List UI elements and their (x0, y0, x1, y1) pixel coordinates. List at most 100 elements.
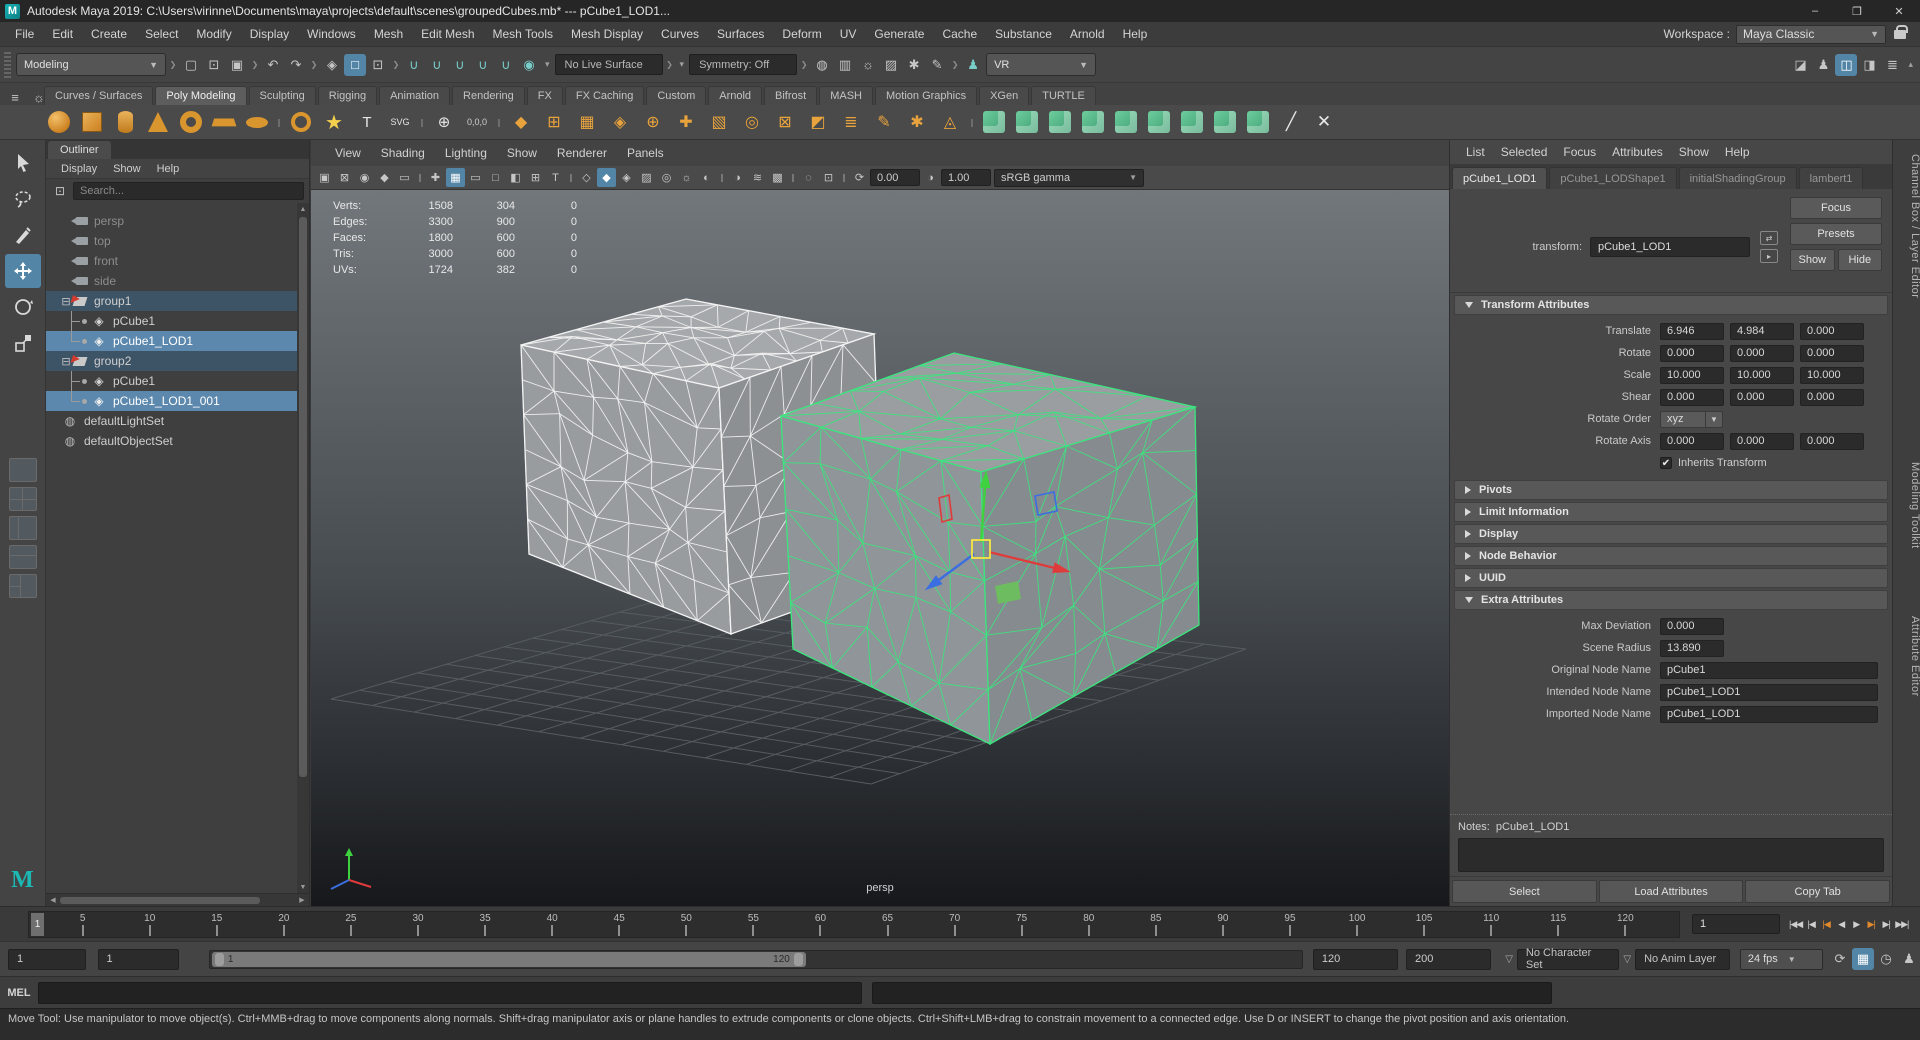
range-start-cap[interactable] (215, 953, 224, 966)
poly-star-icon[interactable]: ★ (319, 107, 349, 137)
workspace-lock-icon[interactable] (1894, 30, 1906, 39)
outliner-item-front[interactable]: front (46, 251, 309, 271)
save-scene-icon[interactable]: ▣ (226, 54, 248, 76)
separate-icon[interactable]: ⊞ (539, 107, 569, 137)
toggle-tool-settings-icon[interactable]: ◨ (1858, 54, 1880, 76)
attribute-value-field[interactable]: 0.000 (1730, 345, 1794, 362)
command-input[interactable] (38, 982, 862, 1004)
section-collapse-handle[interactable]: ❯ (168, 52, 178, 78)
type-tool-icon[interactable]: T (352, 107, 382, 137)
bookmark-icon[interactable]: ◆ (375, 168, 394, 187)
outliner-item-pCube1_LOD1[interactable]: ◈pCube1_LOD1 (46, 331, 309, 351)
mash-orient-icon[interactable] (1111, 107, 1141, 137)
scale-tool[interactable] (5, 326, 41, 360)
menu-item-renderer[interactable]: Renderer (547, 146, 617, 160)
go-to-end-button[interactable]: ▶▶| (1894, 914, 1909, 934)
character-controls-icon[interactable]: ♟ (1898, 948, 1920, 970)
merge-icon[interactable]: ⊠ (770, 107, 800, 137)
shelf-tab-sculpting[interactable]: Sculpting (249, 86, 316, 105)
shelf-tab-animation[interactable]: Animation (379, 86, 450, 105)
menu-item-deform[interactable]: Deform (773, 27, 830, 41)
render-current-frame-icon[interactable]: ◍ (811, 54, 833, 76)
mirror-icon[interactable]: ◩ (803, 107, 833, 137)
go-to-start-button[interactable]: |◀◀ (1788, 914, 1803, 934)
playback-loop-icon[interactable]: ⟳ (1829, 948, 1851, 970)
outliner-tab[interactable]: Outliner (48, 141, 111, 159)
lighting-icon[interactable]: ☼ (677, 168, 696, 187)
shelf-tab-curves-surfaces[interactable]: Curves / Surfaces (44, 86, 153, 105)
menu-item-arnold[interactable]: Arnold (1061, 27, 1114, 41)
select-button[interactable]: Select (1452, 880, 1597, 903)
pin-tab-icon[interactable]: ⇄ (1760, 231, 1778, 245)
menu-item-lighting[interactable]: Lighting (435, 146, 497, 160)
toggle-character-controls-icon[interactable]: ♟ (1812, 54, 1834, 76)
toggle-attribute-editor-icon[interactable]: ≣ (1881, 54, 1903, 76)
shelf-tab-mash[interactable]: MASH (819, 86, 873, 105)
mash-world-icon[interactable] (1210, 107, 1240, 137)
load-attributes-button[interactable]: Load Attributes (1599, 880, 1744, 903)
play-backwards-button[interactable]: ◀ (1834, 914, 1848, 934)
film-gate-icon[interactable]: ▭ (466, 168, 485, 187)
time-slider-track[interactable]: 1 51015202530354045505560657075808590951… (28, 911, 1680, 938)
notes-input[interactable] (1458, 838, 1884, 872)
sculpt-icon[interactable]: ◬ (935, 107, 965, 137)
image-plane-icon[interactable]: ▭ (395, 168, 414, 187)
animation-preferences-icon[interactable]: ◷ (1875, 948, 1897, 970)
attribute-text-field[interactable]: pCube1_LOD1 (1660, 706, 1878, 723)
menu-item-show[interactable]: Show (1671, 145, 1717, 159)
hide-button[interactable]: Hide (1838, 249, 1883, 271)
playback-start-field[interactable]: 1 (98, 949, 179, 970)
attribute-value-field[interactable]: 0.000 (1730, 389, 1794, 406)
command-result[interactable] (872, 982, 1552, 1004)
close-button[interactable]: ✕ (1878, 0, 1920, 22)
menu-item-file[interactable]: File (6, 27, 43, 41)
menu-item-modify[interactable]: Modify (187, 27, 240, 41)
attribute-value-field[interactable]: 10.000 (1730, 367, 1794, 384)
menu-item-panels[interactable]: Panels (617, 146, 674, 160)
section-collapse-handle[interactable]: ❯ (950, 52, 960, 78)
quad-draw-icon[interactable]: ≣ (836, 107, 866, 137)
slice-tool-icon[interactable]: ✕ (1309, 107, 1339, 137)
shelf-tab-custom[interactable]: Custom (646, 86, 706, 105)
shelf-tab-xgen[interactable]: XGen (979, 86, 1029, 105)
menu-item-list[interactable]: List (1458, 145, 1493, 159)
menu-item-show[interactable]: Show (497, 146, 547, 160)
menu-item-uv[interactable]: UV (831, 27, 866, 41)
bevel-icon[interactable]: ✚ (671, 107, 701, 137)
command-language-toggle[interactable]: MEL (0, 987, 38, 999)
menu-item-help[interactable]: Help (150, 163, 187, 175)
snap-grid-icon[interactable]: ∪ (403, 54, 425, 76)
poly-helix-icon[interactable] (286, 107, 316, 137)
outliner-item-persp[interactable]: persp (46, 211, 309, 231)
shelf-tab-poly-modeling[interactable]: Poly Modeling (155, 86, 246, 105)
multisample-aa-icon[interactable]: ▩ (768, 168, 787, 187)
menu-item-cache[interactable]: Cache (933, 27, 986, 41)
attribute-value-field[interactable]: 0.000 (1800, 323, 1864, 340)
outliner-search-input[interactable] (73, 182, 304, 200)
exposure-field[interactable]: 0.00 (870, 169, 920, 186)
live-surface-field[interactable]: No Live Surface (555, 54, 663, 75)
poly-torus-icon[interactable] (176, 107, 206, 137)
redo-icon[interactable]: ↷ (285, 54, 307, 76)
texture-view-icon[interactable]: ▨ (880, 54, 902, 76)
next-node-icon[interactable]: ▸ (1760, 249, 1778, 263)
use-default-material-icon[interactable]: ◎ (657, 168, 676, 187)
viewport-canvas[interactable] (311, 190, 1449, 906)
poly-sphere-icon[interactable] (44, 107, 74, 137)
smooth-icon[interactable]: ▦ (572, 107, 602, 137)
menu-item-mesh[interactable]: Mesh (365, 27, 412, 41)
menu-item-surfaces[interactable]: Surfaces (708, 27, 773, 41)
menu-item-help[interactable]: Help (1717, 145, 1758, 159)
zoom-tool-icon[interactable]: ⊕ (429, 107, 459, 137)
range-slider-handle[interactable]: 1 120 (212, 952, 806, 967)
scrollbar-handle[interactable] (299, 217, 307, 777)
outliner-item-defaultLightSet[interactable]: ◍defaultLightSet (46, 411, 309, 431)
range-slider-track[interactable]: 1 120 (209, 950, 1303, 969)
isolate-select-icon[interactable]: ◌ (799, 168, 818, 187)
toggle-channel-box-icon[interactable]: ◫ (1835, 54, 1857, 76)
shaded-icon[interactable]: ◆ (597, 168, 616, 187)
attribute-value-field[interactable]: 0.000 (1800, 433, 1864, 450)
circularize-icon[interactable]: ◎ (737, 107, 767, 137)
poly-cone-icon[interactable] (143, 107, 173, 137)
select-tool[interactable] (5, 146, 41, 180)
